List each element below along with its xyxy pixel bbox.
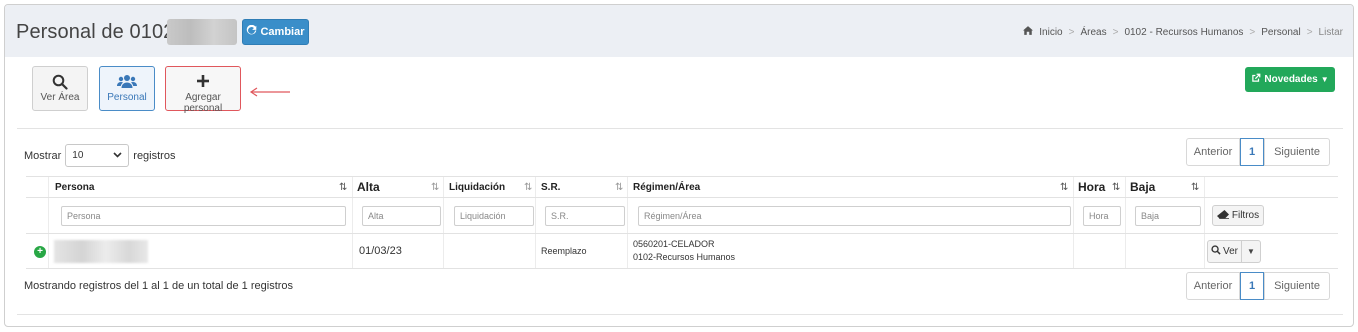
redacted-area-name [167, 19, 237, 45]
filter-hora-input[interactable]: Hora [1083, 206, 1121, 226]
filter-sr-input[interactable]: S.R. [545, 206, 625, 226]
cell-regimen-line2: 0102-Recursos Humanos [633, 252, 736, 262]
length-menu: Mostrar 10 registros [24, 144, 175, 167]
personal-label: Personal [107, 92, 147, 103]
divider [17, 314, 1343, 315]
search-icon [33, 74, 87, 90]
filter-alta-input[interactable]: Alta [362, 206, 441, 226]
column-header-liquidacion[interactable]: Liquidación [449, 177, 505, 197]
sort-icon: ⇅ [615, 182, 624, 193]
pagination-top: Anterior 1 Siguiente [1186, 138, 1330, 166]
breadcrumb-separator: > [1068, 26, 1075, 38]
refresh-icon [246, 24, 257, 39]
column-header-sr[interactable]: S.R. [541, 177, 560, 197]
breadcrumb-inicio[interactable]: Inicio [1039, 27, 1062, 38]
users-icon [100, 74, 154, 90]
caret-down-icon: ▼ [1320, 75, 1329, 84]
pagination-previous[interactable]: Anterior [1186, 272, 1240, 300]
sort-icon: ⇅ [431, 182, 440, 193]
table-info: Mostrando registros del 1 al 1 de un tot… [24, 280, 294, 292]
sort-icon: ⇅ [1060, 182, 1069, 193]
cell-sr: Reemplazo [541, 245, 587, 256]
sort-icon: ⇅ [524, 182, 533, 193]
pagination-previous[interactable]: Anterior [1186, 138, 1240, 166]
agregar-personal-button[interactable]: Agregar personal [165, 66, 241, 114]
eraser-icon [1216, 209, 1229, 222]
pagination-page[interactable]: 1 [1240, 272, 1264, 300]
breadcrumb-personal[interactable]: Personal [1261, 27, 1300, 38]
cell-alta: 01/03/23 [359, 245, 402, 257]
breadcrumb-separator: > [1112, 26, 1119, 38]
agregar-personal-label: Agregar personal [183, 92, 223, 114]
breadcrumb-separator: > [1249, 26, 1256, 38]
column-header-hora[interactable]: Hora [1078, 177, 1105, 197]
ver-area-button[interactable]: Ver Área [32, 66, 88, 111]
breadcrumb-separator: > [1306, 26, 1313, 38]
external-link-icon [1251, 73, 1261, 86]
column-header-alta[interactable]: Alta [357, 177, 380, 197]
breadcrumb: Inicio > Áreas > 0102 - Recursos Humanos… [1023, 26, 1343, 38]
ver-button-group: Ver ▼ [1207, 240, 1261, 263]
home-icon [1023, 26, 1034, 38]
search-icon [1211, 245, 1221, 258]
change-area-button[interactable]: Cambiar [242, 19, 309, 45]
column-header-persona[interactable]: Persona [55, 177, 94, 197]
cell-regimen: 0560201-CELADOR 0102-Recursos Humanos [633, 234, 735, 268]
pagination-bottom: Anterior 1 Siguiente [1186, 272, 1330, 300]
pagination-next[interactable]: Siguiente [1264, 138, 1330, 166]
caret-down-icon: ▼ [1247, 247, 1255, 256]
pagination-next[interactable]: Siguiente [1264, 272, 1330, 300]
personal-button[interactable]: Personal [99, 66, 155, 111]
filter-regimen-input[interactable]: Régimen/Área [638, 206, 1071, 226]
ver-button[interactable]: Ver [1207, 240, 1242, 263]
divider [17, 128, 1343, 129]
breadcrumb-areas[interactable]: Áreas [1080, 27, 1106, 38]
ver-area-label: Ver Área [40, 92, 80, 103]
filter-baja-input[interactable]: Baja [1135, 206, 1201, 226]
filter-persona-input[interactable]: Persona [61, 206, 346, 226]
pagination-page[interactable]: 1 [1240, 138, 1264, 166]
novedades-button[interactable]: Novedades ▼ [1245, 67, 1335, 92]
ver-dropdown-toggle[interactable]: ▼ [1242, 240, 1261, 263]
column-header-regimen[interactable]: Régimen/Área [633, 177, 700, 197]
arrow-annotation-icon [249, 87, 290, 97]
sort-icon: ⇅ [1112, 182, 1121, 193]
sort-icon: ⇅ [339, 182, 348, 193]
filter-liquidacion-input[interactable]: Liquidación [454, 206, 534, 226]
filtros-button[interactable]: Filtros [1212, 205, 1264, 226]
page-title: Personal de 0102 - [16, 21, 187, 43]
ver-label: Ver [1222, 246, 1238, 257]
expand-row-icon[interactable]: + [34, 246, 46, 258]
page-size-select[interactable]: 10 [65, 144, 130, 167]
change-area-label: Cambiar [260, 26, 305, 38]
length-suffix: registros [133, 149, 176, 162]
table-header: Persona ⇅ Alta ⇅ Liquidación ⇅ S.R. ⇅ Ré… [26, 176, 1338, 198]
page-size-value: 10 [72, 150, 84, 161]
redacted-persona-name [54, 240, 148, 263]
breadcrumb-area[interactable]: 0102 - Recursos Humanos [1124, 27, 1243, 38]
filter-row: Persona Alta Liquidación S.R. Régimen/Ár… [26, 198, 1338, 234]
filtros-label: Filtros [1231, 210, 1260, 221]
chevron-down-icon [113, 150, 122, 161]
length-prefix: Mostrar [24, 149, 62, 162]
breadcrumb-listar: Listar [1318, 26, 1343, 38]
cell-regimen-line1: 0560201-CELADOR [633, 239, 715, 249]
page-header: Personal de 0102 - Cambiar Inicio > Área… [5, 5, 1353, 57]
column-header-baja[interactable]: Baja [1130, 177, 1155, 197]
table-row: + 01/03/23 Reemplazo 0560201-CELADOR 010… [26, 234, 1338, 269]
sort-icon: ⇅ [1191, 182, 1200, 193]
plus-icon [166, 74, 240, 90]
page-frame: Personal de 0102 - Cambiar Inicio > Área… [4, 4, 1354, 327]
novedades-label: Novedades [1264, 74, 1318, 85]
